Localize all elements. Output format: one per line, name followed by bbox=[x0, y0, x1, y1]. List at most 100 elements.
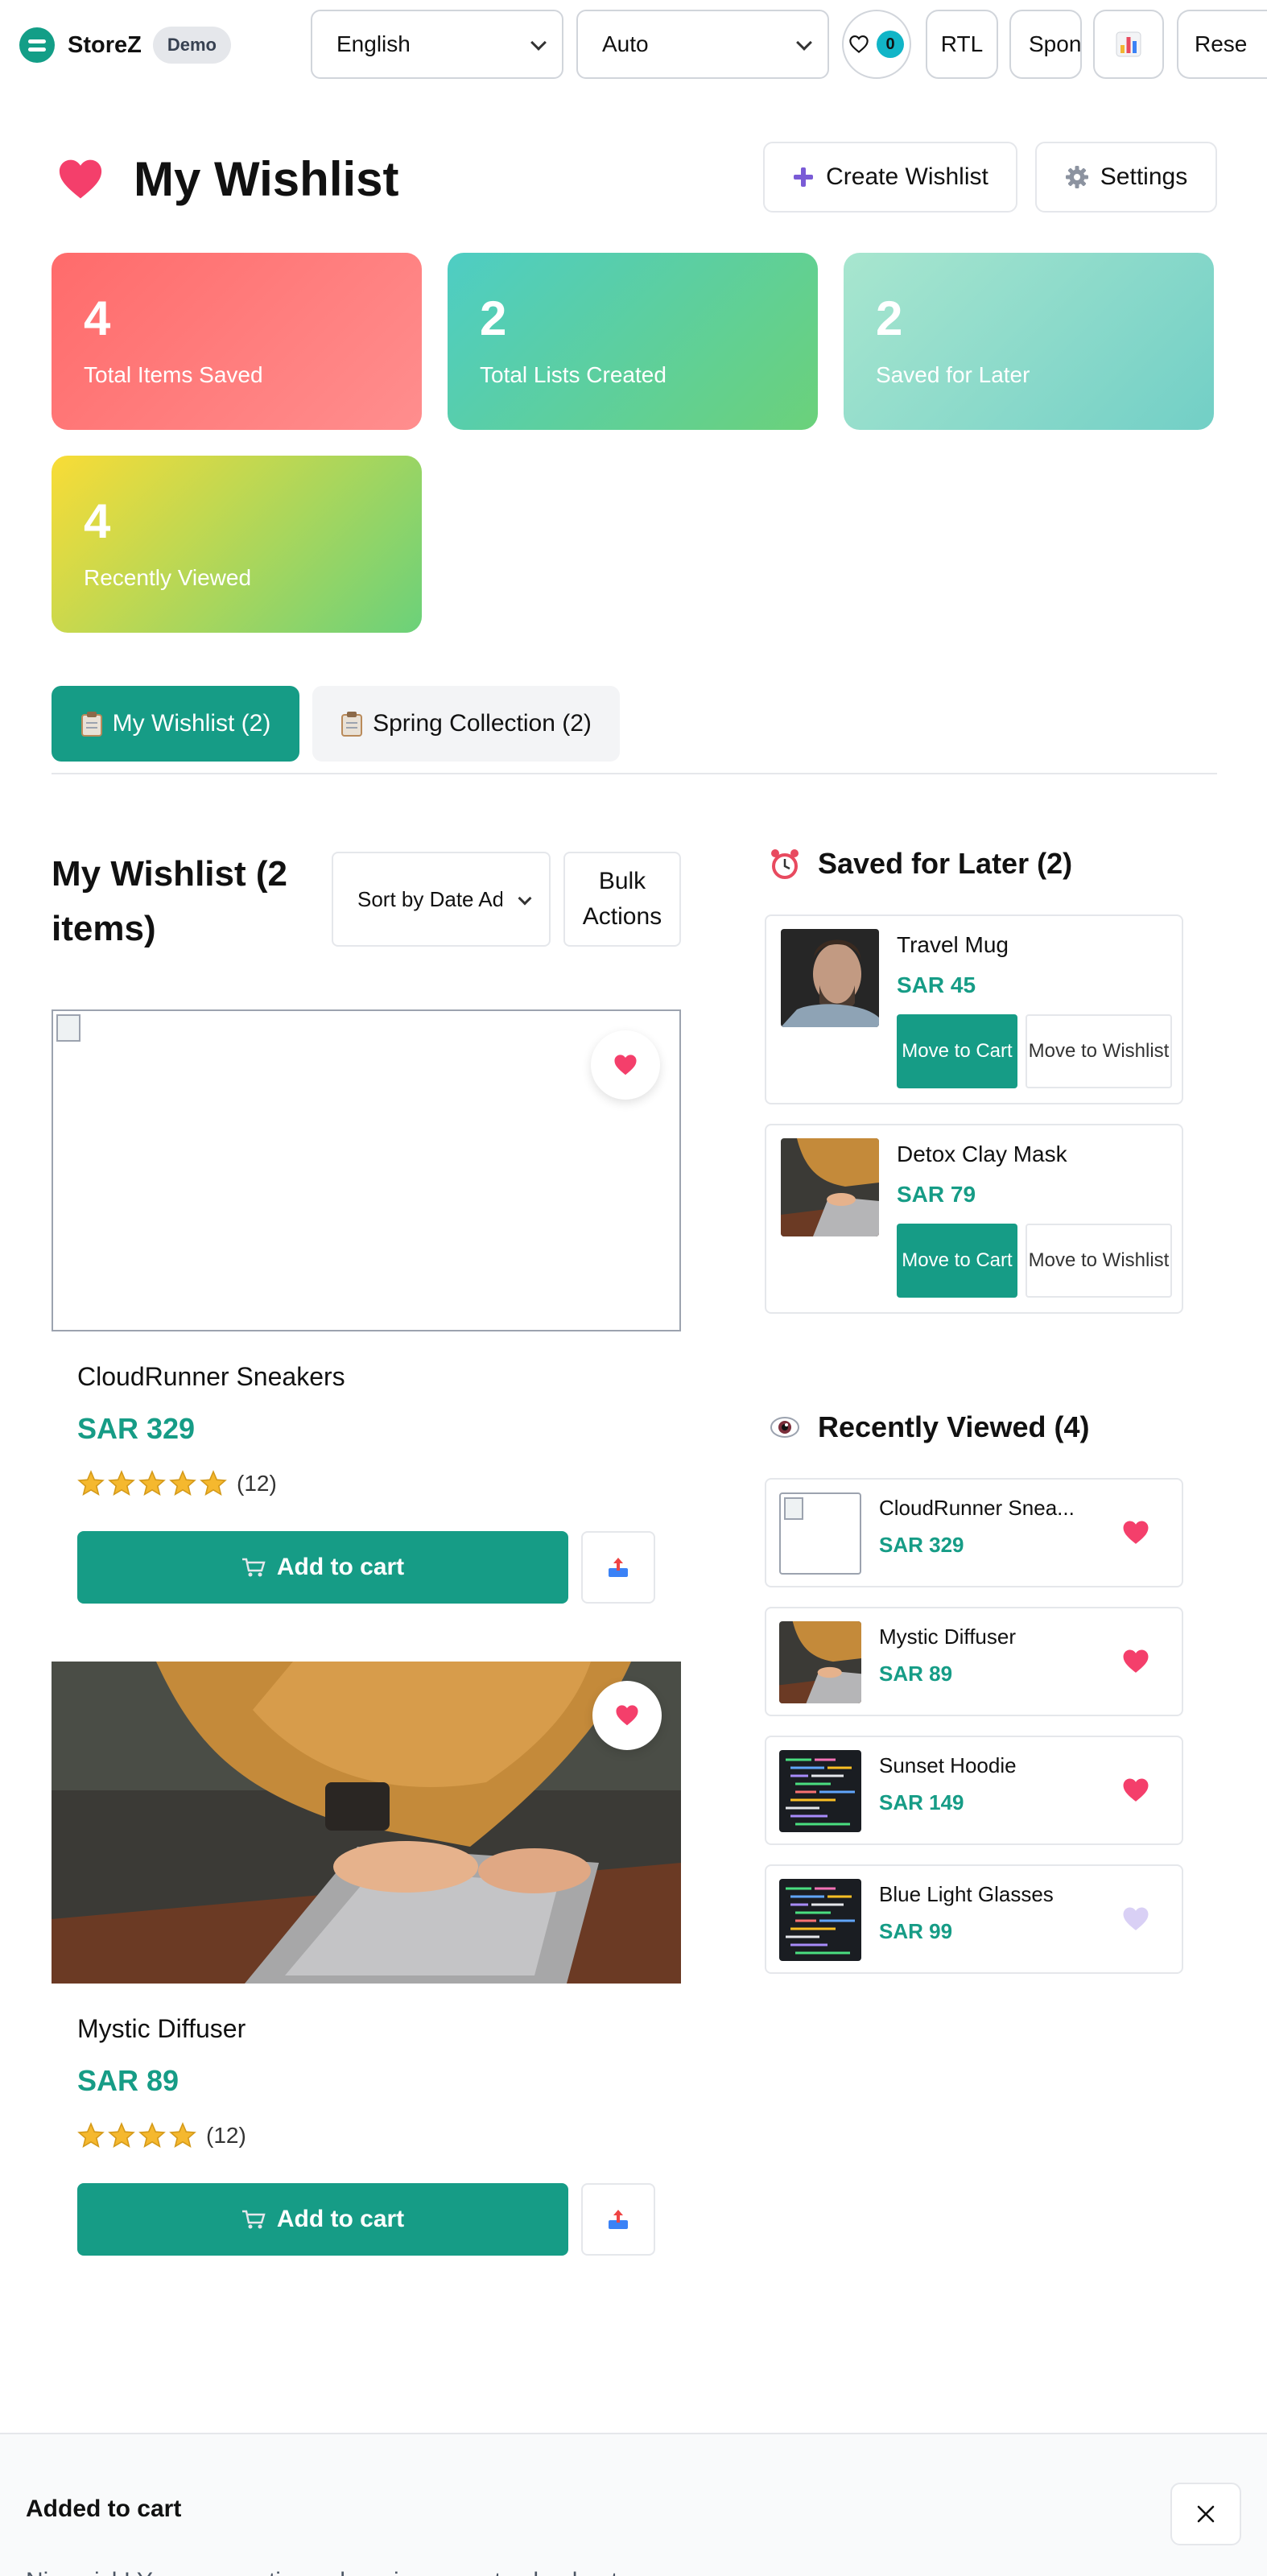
broken-image-icon bbox=[56, 1014, 80, 1042]
reset-button[interactable]: Rese bbox=[1177, 10, 1267, 79]
remove-from-wishlist-button[interactable] bbox=[591, 1030, 660, 1100]
star-icon bbox=[109, 1471, 134, 1496]
move-to-cart-button[interactable]: Move to Cart bbox=[897, 1224, 1017, 1298]
product-price: SAR 89 bbox=[879, 1662, 953, 1686]
wishlist-product-card: Mystic Diffuser SAR 89 (12) Add to cart bbox=[52, 1662, 681, 2257]
move-to-wishlist-button[interactable]: Move to Wishlist bbox=[1026, 1224, 1172, 1298]
tab-spring-collection[interactable]: Spring Collection (2) bbox=[312, 686, 620, 762]
product-name[interactable]: Detox Clay Mask bbox=[897, 1141, 1067, 1167]
stat-label: Total Items Saved bbox=[84, 362, 263, 387]
toast-message: Nice pick! You can continue shopping or … bbox=[26, 2568, 625, 2576]
product-price: SAR 89 bbox=[77, 2064, 180, 2097]
product-image[interactable] bbox=[52, 1009, 681, 1331]
create-wishlist-button[interactable]: Create Wishlist bbox=[763, 142, 1017, 213]
product-name[interactable]: Travel Mug bbox=[897, 932, 1009, 958]
stat-card-saved-later: 2 Saved for Later bbox=[844, 253, 1214, 430]
product-price: SAR 79 bbox=[897, 1182, 976, 1207]
add-to-cart-button[interactable]: Add to cart bbox=[77, 2183, 568, 2256]
tabs-divider bbox=[52, 773, 1217, 774]
toast-close-button[interactable] bbox=[1170, 2483, 1241, 2545]
move-to-wishlist-button[interactable]: Move to Wishlist bbox=[1026, 1014, 1172, 1088]
saved-later-item: Detox Clay Mask SAR 79 Move to Cart Move… bbox=[765, 1124, 1183, 1314]
add-to-cart-button[interactable]: Add to cart bbox=[77, 1531, 568, 1604]
product-name[interactable]: CloudRunner Sneakers bbox=[77, 1362, 345, 1392]
brand-name: StoreZ bbox=[68, 31, 142, 58]
product-image[interactable] bbox=[52, 1662, 681, 1984]
product-rating: (12) bbox=[77, 2122, 246, 2149]
tab-label: Spring Collection (2) bbox=[373, 710, 592, 737]
recently-viewed-item[interactable]: CloudRunner Snea... SAR 329 bbox=[765, 1478, 1183, 1587]
share-icon bbox=[609, 2210, 628, 2229]
stat-label: Saved for Later bbox=[876, 362, 1030, 387]
product-price: SAR 329 bbox=[879, 1533, 964, 1557]
language-select[interactable]: English bbox=[311, 10, 563, 79]
chevron-down-icon bbox=[796, 35, 812, 51]
theme-select[interactable]: Auto bbox=[576, 10, 829, 79]
product-price: SAR 45 bbox=[897, 972, 976, 997]
product-name: Blue Light Glasses bbox=[879, 1882, 1054, 1906]
recently-viewed-item[interactable]: Mystic Diffuser SAR 89 bbox=[765, 1607, 1183, 1716]
settings-button[interactable]: Settings bbox=[1035, 142, 1217, 213]
recently-viewed-item[interactable]: Sunset Hoodie SAR 149 bbox=[765, 1736, 1183, 1845]
add-to-cart-label: Add to cart bbox=[276, 2206, 405, 2232]
add-to-cart-label: Add to cart bbox=[276, 1554, 405, 1580]
heart-icon[interactable] bbox=[1122, 1649, 1149, 1674]
rtl-toggle-button[interactable]: RTL bbox=[926, 10, 998, 79]
product-thumbnail bbox=[779, 1879, 861, 1961]
heart-icon bbox=[614, 1055, 637, 1075]
product-name: Mystic Diffuser bbox=[879, 1624, 1016, 1649]
heart-icon[interactable] bbox=[1122, 1777, 1149, 1803]
stat-value: 4 bbox=[84, 494, 111, 548]
storez-logo-icon bbox=[19, 27, 55, 63]
chevron-down-icon bbox=[518, 891, 532, 906]
plus-icon bbox=[794, 167, 814, 187]
language-select-value: English bbox=[336, 31, 411, 56]
close-icon bbox=[1197, 2505, 1215, 2523]
stat-value: 2 bbox=[876, 291, 903, 345]
heart-icon[interactable] bbox=[1122, 1520, 1149, 1546]
cart-icon bbox=[241, 2210, 266, 2229]
stat-value: 4 bbox=[84, 291, 111, 345]
sort-select[interactable]: Sort by Date Added bbox=[332, 852, 551, 947]
alarm-clock-icon bbox=[771, 849, 799, 879]
top-bar: StoreZ Demo English Auto 0 RTL Sponsor R… bbox=[0, 0, 1267, 90]
star-icon bbox=[200, 1471, 226, 1496]
move-to-cart-button[interactable]: Move to Cart bbox=[897, 1014, 1017, 1088]
stat-card-recently-viewed: 4 Recently Viewed bbox=[52, 456, 422, 633]
product-price: SAR 149 bbox=[879, 1790, 964, 1814]
wishlist-product-card: CloudRunner Sneakers SAR 329 (12) Add to… bbox=[52, 1009, 681, 1605]
tab-label: My Wishlist (2) bbox=[112, 710, 271, 737]
gear-icon bbox=[1065, 166, 1088, 188]
review-count: (12) bbox=[237, 1471, 277, 1496]
broken-image-icon bbox=[784, 1497, 803, 1520]
sponsor-label: Sponsor bbox=[1029, 31, 1082, 56]
bulk-actions-button[interactable]: Bulk Actions bbox=[563, 852, 681, 947]
remove-from-wishlist-button[interactable] bbox=[592, 1681, 662, 1750]
saved-later-title-text: Saved for Later (2) bbox=[818, 847, 1073, 880]
cart-icon bbox=[241, 1558, 266, 1577]
wishlist-counter-button[interactable]: 0 bbox=[842, 10, 911, 79]
product-name: CloudRunner Snea... bbox=[879, 1496, 1075, 1520]
theme-select-value: Auto bbox=[602, 31, 649, 56]
recently-viewed-item[interactable]: Blue Light Glasses SAR 99 bbox=[765, 1864, 1183, 1974]
star-icon bbox=[109, 2123, 134, 2148]
share-button[interactable] bbox=[581, 2183, 655, 2256]
product-thumbnail[interactable] bbox=[781, 929, 879, 1027]
settings-label: Settings bbox=[1100, 163, 1188, 190]
heart-icon[interactable] bbox=[1122, 1906, 1149, 1932]
rating-stars bbox=[77, 2122, 196, 2149]
stat-card-total-lists: 2 Total Lists Created bbox=[448, 253, 818, 430]
sponsor-button[interactable]: Sponsor bbox=[1009, 10, 1082, 79]
product-thumbnail bbox=[779, 1750, 861, 1832]
product-photo-code-screen-icon bbox=[779, 1750, 861, 1832]
product-name[interactable]: Mystic Diffuser bbox=[77, 2014, 246, 2044]
bulk-actions-label: Bulk Actions bbox=[582, 868, 662, 930]
stats-button[interactable] bbox=[1093, 10, 1164, 79]
share-button[interactable] bbox=[581, 1531, 655, 1604]
tab-my-wishlist[interactable]: My Wishlist (2) bbox=[52, 686, 299, 762]
reset-label: Rese bbox=[1195, 31, 1248, 56]
create-wishlist-label: Create Wishlist bbox=[826, 163, 988, 190]
star-icon bbox=[78, 2123, 104, 2148]
brand[interactable]: StoreZ Demo bbox=[19, 24, 231, 66]
product-thumbnail[interactable] bbox=[781, 1138, 879, 1236]
